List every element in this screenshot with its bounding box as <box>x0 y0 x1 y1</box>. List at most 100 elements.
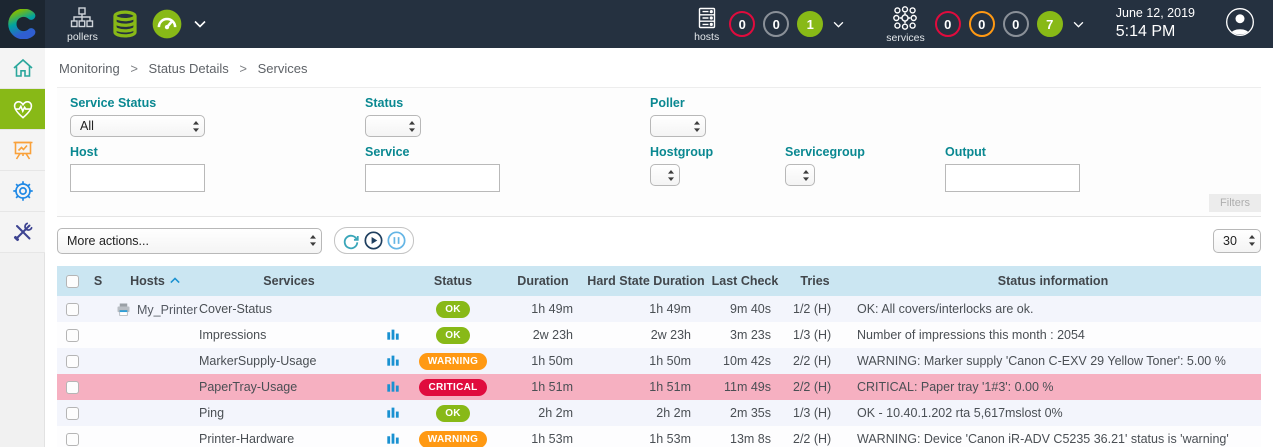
graph-icon[interactable] <box>386 431 400 445</box>
services-unknown-counter[interactable]: 0 <box>1003 11 1029 37</box>
sidebar-item-reporting[interactable] <box>0 130 45 171</box>
column-header-hosts[interactable]: Hosts <box>111 266 199 296</box>
row-checkbox[interactable] <box>66 407 79 420</box>
tries-cell: 2/2 (H) <box>785 426 845 447</box>
row-checkbox[interactable] <box>66 329 79 342</box>
hosts-unreachable-counter[interactable]: 0 <box>763 11 789 37</box>
table-row: Impressions OK 2w 23h 2w 23h 3m 23s 1/3 … <box>57 322 1261 348</box>
last-check-cell: 11m 49s <box>705 374 785 400</box>
host-input[interactable] <box>70 164 205 192</box>
home-icon <box>11 56 35 80</box>
services-icon <box>892 5 918 31</box>
pollers-dropdown-toggle[interactable] <box>194 20 206 28</box>
row-checkbox[interactable] <box>66 303 79 316</box>
main-content: Monitoring > Status Details > Services S… <box>45 48 1273 447</box>
database-icon <box>110 9 140 39</box>
hard-state-duration-cell: 1h 53m <box>587 426 705 447</box>
refresh-button[interactable] <box>342 232 360 250</box>
play-button[interactable] <box>364 231 383 250</box>
services-warning-counter[interactable]: 0 <box>969 11 995 37</box>
printer-icon <box>116 302 131 317</box>
status-select[interactable] <box>365 115 421 137</box>
row-checkbox[interactable] <box>66 355 79 368</box>
column-header-status[interactable]: Status <box>407 266 499 296</box>
chevron-down-icon <box>194 20 206 28</box>
hard-state-duration-cell: 1h 50m <box>587 348 705 374</box>
hosts-dropdown-toggle[interactable] <box>833 21 844 28</box>
service-name[interactable]: Impressions <box>199 328 266 342</box>
filters-collapse-tab[interactable]: Filters <box>1209 194 1261 212</box>
refresh-icon <box>342 232 360 250</box>
pause-button[interactable] <box>387 231 406 250</box>
row-checkbox[interactable] <box>66 433 79 446</box>
services-label: services <box>886 32 925 44</box>
service-status-select[interactable]: All <box>70 115 205 137</box>
select-all-checkbox[interactable] <box>66 275 79 288</box>
hostgroup-select[interactable] <box>650 164 680 186</box>
user-menu[interactable] <box>1225 7 1255 42</box>
service-name[interactable]: Ping <box>199 406 224 420</box>
tries-cell: 1/2 (H) <box>785 296 845 322</box>
servicegroup-select[interactable] <box>785 164 815 186</box>
select-arrows-icon <box>667 169 675 182</box>
sidebar-item-monitoring[interactable] <box>0 89 45 130</box>
column-header-hard-state-duration[interactable]: Hard State Duration <box>587 266 705 296</box>
status-information-cell: WARNING: Device 'Canon iR-ADV C5235 36.2… <box>845 426 1261 447</box>
centreon-logo[interactable] <box>0 0 45 48</box>
breadcrumb-separator: > <box>130 61 138 76</box>
service-name[interactable]: PaperTray-Usage <box>199 380 297 394</box>
poller-select[interactable] <box>650 115 706 137</box>
poller-label: Poller <box>650 96 706 110</box>
sidebar-item-administration[interactable] <box>0 212 45 253</box>
column-header-last-check[interactable]: Last Check <box>705 266 785 296</box>
status-information-cell: CRITICAL: Paper tray '1#3': 0.00 % <box>845 374 1261 400</box>
select-arrows-icon <box>693 120 701 133</box>
service-name[interactable]: Cover-Status <box>199 302 272 316</box>
poller-database-status[interactable] <box>110 9 140 39</box>
column-header-status-information[interactable]: Status information <box>845 266 1261 296</box>
duration-cell: 1h 50m <box>499 348 587 374</box>
more-actions-select[interactable]: More actions... <box>57 228 322 254</box>
column-header-severity[interactable]: S <box>85 266 111 296</box>
graph-icon[interactable] <box>386 405 400 419</box>
output-input[interactable] <box>945 164 1080 192</box>
sidebar-item-configuration[interactable] <box>0 171 45 212</box>
status-information-cell: OK: All covers/interlocks are ok. <box>845 296 1261 322</box>
hosts-up-counter[interactable]: 1 <box>797 11 823 37</box>
column-header-duration[interactable]: Duration <box>499 266 587 296</box>
tries-cell: 2/2 (H) <box>785 374 845 400</box>
hosts-menu[interactable]: hosts <box>694 6 719 43</box>
breadcrumb-item-monitoring[interactable]: Monitoring <box>59 61 120 76</box>
row-checkbox[interactable] <box>66 381 79 394</box>
services-menu[interactable]: services <box>886 5 925 44</box>
services-critical-counter[interactable]: 0 <box>935 11 961 37</box>
per-page-select[interactable]: 30 <box>1213 229 1261 253</box>
pollers-menu[interactable]: pollers <box>67 6 98 43</box>
service-name[interactable]: MarkerSupply-Usage <box>199 354 316 368</box>
service-input[interactable] <box>365 164 500 192</box>
column-header-tries[interactable]: Tries <box>785 266 845 296</box>
graph-icon[interactable] <box>386 353 400 367</box>
sidebar-item-home[interactable] <box>0 48 45 89</box>
breadcrumb-item-services[interactable]: Services <box>258 61 308 76</box>
pollers-label: pollers <box>67 31 98 43</box>
pause-icon <box>387 231 406 250</box>
tries-cell: 1/3 (H) <box>785 400 845 426</box>
hosts-down-counter[interactable]: 0 <box>729 11 755 37</box>
service-name[interactable]: Printer-Hardware <box>199 432 294 446</box>
status-information-cell: WARNING: Marker supply 'Canon C-EXV 29 Y… <box>845 348 1261 374</box>
services-ok-counter[interactable]: 7 <box>1037 11 1063 37</box>
table-row: MarkerSupply-Usage WARNING 1h 50m 1h 50m… <box>57 348 1261 374</box>
refresh-controls <box>334 227 414 254</box>
services-dropdown-toggle[interactable] <box>1073 21 1084 28</box>
graph-icon[interactable] <box>386 327 400 341</box>
graph-icon[interactable] <box>386 379 400 393</box>
table-header-row: S Hosts Services Status Duration Hard St… <box>57 266 1261 296</box>
filter-panel: Service Status All Status <box>57 87 1261 217</box>
duration-cell: 2h 2m <box>499 400 587 426</box>
breadcrumb-item-status-details[interactable]: Status Details <box>149 61 229 76</box>
chevron-down-icon <box>1073 21 1084 28</box>
poller-latency-status[interactable] <box>152 9 182 39</box>
host-name[interactable]: My_Printer <box>137 303 197 317</box>
column-header-services[interactable]: Services <box>199 266 379 296</box>
